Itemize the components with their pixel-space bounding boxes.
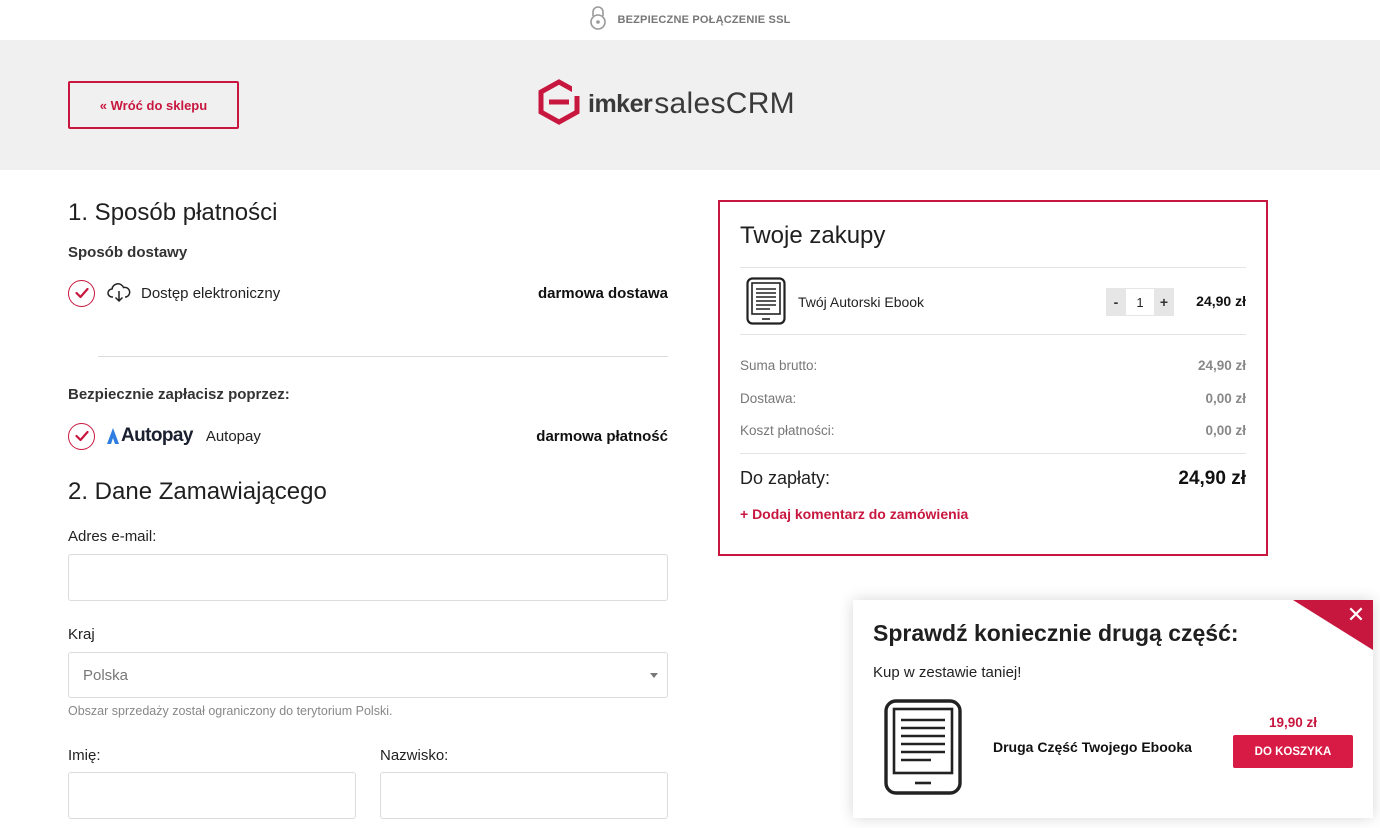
upsell-title: Sprawdź koniecznie drugą część:	[873, 620, 1239, 646]
cloud-download-icon	[107, 283, 131, 303]
delivery-option-label: Dostęp elektroniczny	[141, 284, 281, 302]
delivery-method-label: Sposób dostawy	[68, 244, 188, 261]
total-value: 24,90 zł	[1178, 468, 1246, 489]
summary-label: Suma brutto:	[740, 358, 818, 373]
payment-option-price: darmowa płatność	[536, 427, 668, 445]
country-select[interactable]: Polska	[68, 652, 668, 698]
upsell-price: 19,90 zł	[1269, 715, 1318, 730]
upsell-product-name: Druga Część Twojego Ebooka	[993, 739, 1192, 755]
cart-summary: Twoje zakupy Twój Autorski Ebook - 1 + 2…	[718, 200, 1268, 556]
cart-divider	[740, 334, 1246, 335]
summary-row: Dostawa: 0,00 zł	[740, 391, 1246, 406]
logo-text-salescrm: salesCRM	[654, 87, 795, 120]
country-hint: Obszar sprzedaży został ograniczony do t…	[68, 704, 393, 718]
last-name-field[interactable]	[380, 772, 668, 819]
cart-product-price: 24,90 zł	[1196, 293, 1246, 309]
summary-value: 0,00 zł	[1205, 423, 1246, 438]
last-name-label: Nazwisko:	[380, 747, 449, 764]
checkmark-icon[interactable]	[68, 422, 95, 450]
summary-value: 24,90 zł	[1197, 358, 1246, 373]
close-icon[interactable]: ✕	[1345, 602, 1367, 627]
autopay-logo-text: Autopay	[121, 425, 193, 446]
cart-title: Twoje zakupy	[740, 222, 886, 249]
summary-label: Koszt płatności:	[740, 423, 835, 438]
country-label: Kraj	[68, 626, 95, 643]
add-comment-link[interactable]: + Dodaj komentarz do zamówienia	[740, 506, 968, 522]
payment-option-label: Autopay	[205, 427, 261, 445]
cart-divider	[740, 267, 1246, 268]
delivery-option[interactable]: Dostęp elektroniczny darmowa dostawa	[68, 278, 668, 308]
quantity-increase-button[interactable]: +	[1154, 288, 1174, 316]
ssl-text: BEZPIECZNE POŁĄCZENIE SSL	[617, 14, 791, 26]
quantity-input[interactable]: 1	[1126, 288, 1154, 316]
padlock-icon	[589, 5, 607, 36]
autopay-logo: Autopay	[107, 425, 193, 447]
quantity-decrease-button[interactable]: -	[1106, 288, 1126, 316]
imker-logo: imker salesCRM	[536, 78, 795, 130]
ebook-reader-icon	[746, 277, 786, 330]
ebook-reader-icon	[884, 699, 962, 800]
summary-row: Suma brutto: 24,90 zł	[740, 358, 1246, 373]
checkmark-icon[interactable]	[68, 279, 95, 307]
add-to-cart-button[interactable]: DO KOSZYKA	[1233, 735, 1353, 768]
payment-section-title: 1. Sposób płatności	[68, 199, 278, 226]
upsell-popup: ✕ Sprawdź koniecznie drugą część: Kup w …	[853, 600, 1373, 818]
logo-text-imker: imker	[588, 89, 653, 118]
summary-label: Dostawa:	[740, 391, 797, 406]
imker-logo-icon	[536, 78, 582, 130]
email-field[interactable]	[68, 554, 668, 601]
chevron-down-icon	[650, 673, 658, 678]
total-row: Do zapłaty: 24,90 zł	[740, 468, 1246, 490]
section-divider	[98, 356, 668, 357]
email-label: Adres e-mail:	[68, 528, 157, 545]
payment-option[interactable]: Autopay Autopay darmowa płatność	[68, 421, 668, 451]
ssl-bar: BEZPIECZNE POŁĄCZENIE SSL	[0, 0, 1380, 40]
quantity-stepper[interactable]: - 1 +	[1106, 288, 1174, 316]
summary-value: 0,00 zł	[1205, 391, 1246, 406]
customer-section-title: 2. Dane Zamawiającego	[68, 478, 327, 505]
cart-product-name[interactable]: Twój Autorski Ebook	[798, 294, 924, 310]
total-label: Do zapłaty:	[740, 468, 831, 488]
first-name-label: Imię:	[68, 747, 101, 764]
header: « Wróć do sklepu imker salesCRM	[0, 40, 1380, 170]
country-select-value: Polska	[83, 666, 129, 684]
first-name-field[interactable]	[68, 772, 356, 819]
back-to-shop-button[interactable]: « Wróć do sklepu	[68, 81, 239, 129]
upsell-subtitle: Kup w zestawie taniej!	[873, 664, 1022, 681]
cart-divider	[740, 453, 1246, 454]
summary-row: Koszt płatności: 0,00 zł	[740, 423, 1246, 438]
payment-provider-label: Bezpiecznie zapłacisz poprzez:	[68, 386, 290, 403]
delivery-option-price: darmowa dostawa	[537, 284, 668, 302]
